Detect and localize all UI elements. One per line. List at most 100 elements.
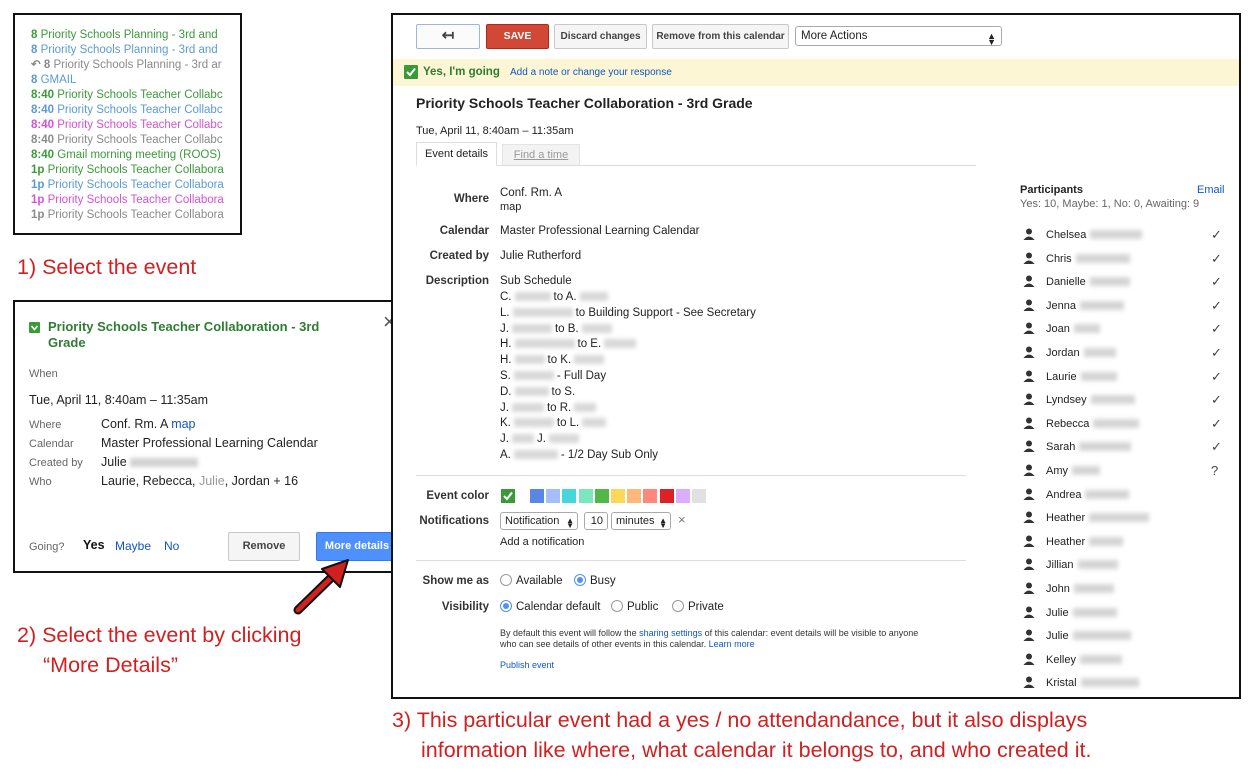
discard-changes-button[interactable]: Discard changes [554,24,647,49]
section-divider [416,475,966,476]
map-link[interactable]: map [171,417,195,431]
map-link[interactable]: map [500,201,521,213]
notification-type-select[interactable]: Notification ▲ ▼ [500,512,578,530]
sub-initial: L. [500,306,510,319]
rsvp-yes[interactable]: Yes [83,538,105,552]
going-label: Going? [29,541,65,553]
participant-name: Joan [1046,323,1070,336]
participant-row[interactable]: John [1023,581,1223,601]
participant-row[interactable]: Joan ✓ [1023,321,1223,341]
redacted-name [514,355,545,365]
tab-find-a-time[interactable]: Find a time [502,144,580,166]
sub-initial: C. [500,291,512,303]
who-label: Who [29,476,52,488]
email-participants-link[interactable]: Email [1197,184,1225,196]
participant-rsvp-icon: ✓ [1211,297,1222,313]
available-radio[interactable]: Available [500,574,562,587]
popup-event-title: Priority Schools Teacher Collaboration -… [48,319,320,350]
participant-row[interactable]: Heather [1023,534,1223,554]
calendar-event-item[interactable]: 1p Priority Schools Teacher Collabora [31,208,224,222]
redacted-surname [1073,631,1131,641]
participant-row[interactable]: Laurie ✓ [1023,369,1223,389]
participant-name: Laurie [1046,370,1077,383]
participant-row[interactable]: Andrea [1023,487,1223,507]
learn-more-link[interactable]: Learn more [709,639,755,649]
participant-row[interactable]: Jenna ✓ [1023,298,1223,318]
save-button[interactable]: SAVE [486,24,549,49]
back-icon[interactable]: ↤ [416,24,480,49]
color-swatch[interactable] [546,489,561,503]
color-swatch[interactable] [643,489,658,503]
calendar-event-item[interactable]: 8 Priority Schools Planning - 3rd and [31,28,218,42]
participant-name: Rebecca [1046,417,1090,430]
calendar-event-item[interactable]: 8:40 Priority Schools Teacher Collabc [31,103,223,117]
redacted-name [513,418,554,428]
selected-color-swatch[interactable] [501,489,515,503]
person-icon [1023,252,1035,267]
visibility-default-radio[interactable]: Calendar default [500,600,600,613]
participant-row[interactable]: Jordan ✓ [1023,345,1223,365]
participant-row[interactable]: Rebecca ✓ [1023,416,1223,436]
busy-radio[interactable]: Busy [574,574,616,587]
color-swatch[interactable] [530,489,544,503]
description-heading[interactable]: Sub Schedule [500,275,572,287]
visibility-private-radio[interactable]: Private [672,600,724,613]
change-response-link[interactable]: Add a note or change your response [510,67,672,78]
redacted-name [579,292,608,301]
sharing-settings-link[interactable]: sharing settings [639,628,702,638]
participant-row[interactable]: Julie [1023,628,1223,648]
calendar-value[interactable]: Master Professional Learning Calendar [500,225,699,237]
redacted-name [513,450,558,459]
rsvp-maybe[interactable]: Maybe [115,539,151,553]
notification-unit-select[interactable]: minutes ▲ ▼ [611,512,671,530]
color-swatch[interactable] [562,489,577,503]
color-swatch[interactable] [627,489,642,503]
visibility-note: By default this event will follow the sh… [500,628,919,649]
publish-event-link[interactable]: Publish event [500,660,554,670]
participant-row[interactable]: Jillian [1023,557,1223,577]
redacted-surname [1080,654,1122,664]
rsvp-no[interactable]: No [164,539,179,553]
where-value[interactable]: Conf. Rm. A [500,187,562,199]
participant-row[interactable]: Kristal [1023,675,1223,695]
participant-row[interactable]: Heather [1023,510,1223,530]
participant-row[interactable]: Julie [1023,605,1223,625]
redacted-surname [1091,395,1135,405]
color-swatch[interactable] [692,489,706,503]
calendar-event-item[interactable]: 1p Priority Schools Teacher Collabora [31,178,224,192]
calendar-event-item[interactable]: 1p Priority Schools Teacher Collabora [31,193,224,207]
participant-row[interactable]: Sarah ✓ [1023,439,1223,459]
tab-event-details[interactable]: Event details [416,142,497,166]
participant-row[interactable]: Chelsea ✓ [1023,227,1223,247]
remove-notification-close-icon[interactable]: × [678,512,686,527]
person-icon [1023,511,1035,526]
participant-row[interactable]: Amy? [1023,463,1223,483]
remove-from-calendar-button[interactable]: Remove from this calendar [652,24,789,49]
event-title: Priority Schools Teacher Collabora [47,194,224,206]
calendar-event-item[interactable]: 8:40 Priority Schools Teacher Collabc [31,133,223,147]
add-notification-link[interactable]: Add a notification [500,536,584,548]
calendar-event-item[interactable]: ↶ 8 Priority Schools Planning - 3rd ar [31,58,222,72]
calendar-event-item[interactable]: 8 Priority Schools Planning - 3rd and [31,43,218,57]
participant-row[interactable]: Danielle ✓ [1023,274,1223,294]
where-label: Where [29,419,62,431]
calendar-color-chevron-icon[interactable] [29,322,40,333]
color-swatch[interactable] [659,489,674,503]
calendar-event-item[interactable]: 1p Priority Schools Teacher Collabora [31,163,224,177]
participant-row[interactable]: Lyndsey ✓ [1023,392,1223,412]
participant-row[interactable]: Chris ✓ [1023,251,1223,271]
calendar-event-item[interactable]: 8:40 Priority Schools Teacher Collabc [31,88,223,102]
notification-amount-input[interactable]: 10 [584,512,608,530]
color-swatch[interactable] [675,489,690,503]
calendar-event-item[interactable]: 8:40 Gmail morning meeting (ROOS) [31,148,221,162]
color-swatch[interactable] [611,489,625,503]
visibility-public-radio[interactable]: Public [611,600,658,613]
participant-row[interactable]: Kelley [1023,652,1223,672]
color-swatch[interactable] [578,489,593,503]
more-actions-dropdown[interactable]: More Actions ▲ ▼ [795,26,1002,47]
calendar-event-item[interactable]: 8:40 Priority Schools Teacher Collabc [31,118,223,132]
color-swatch[interactable] [594,489,609,503]
calendar-event-item[interactable]: 8 GMAIL [31,73,76,87]
caption-step-2-line-1: 2) Select the event by clicking [17,623,302,647]
redacted-surname [1084,348,1116,357]
